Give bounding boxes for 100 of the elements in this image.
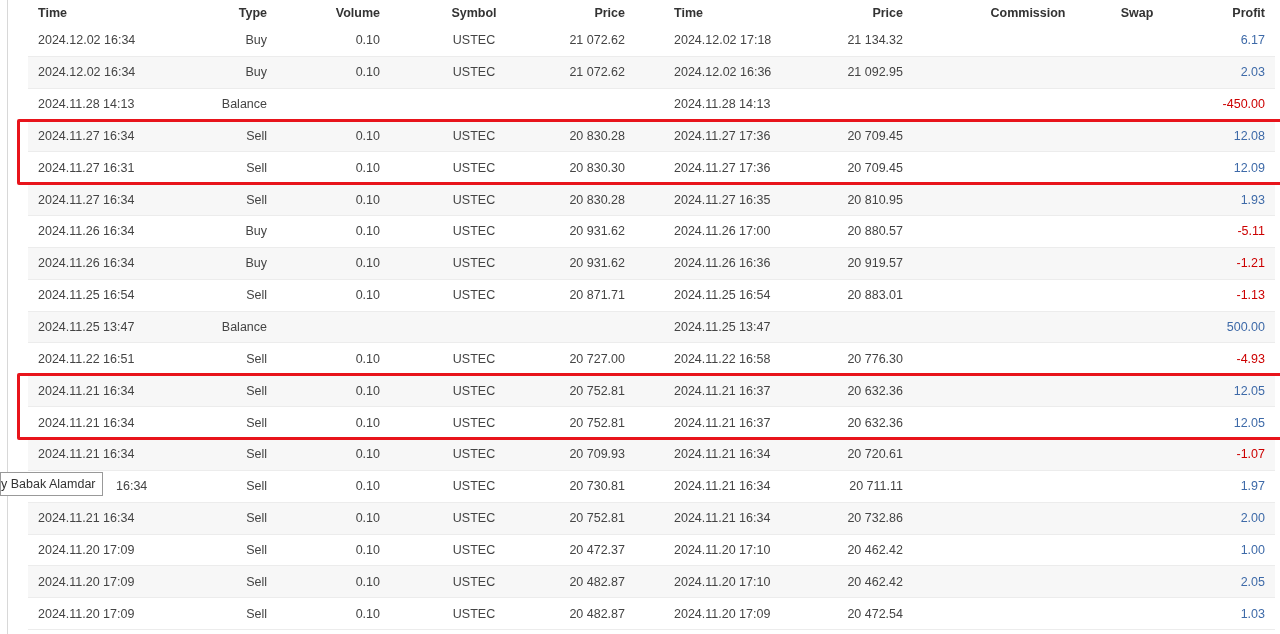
volume-cell: 0.10 — [355, 383, 380, 398]
price-cell: 20 830.28 — [569, 128, 625, 143]
type-cell: Sell — [246, 606, 267, 621]
time-cell: 2024.11.21 16:34 — [674, 479, 771, 494]
column-header[interactable]: Profit — [1232, 5, 1265, 20]
price-cell: 20 776.30 — [847, 351, 903, 366]
volume-cell: 0.10 — [355, 128, 380, 143]
symbol-cell: USTEC — [452, 606, 496, 621]
price-cell: 20 632.36 — [847, 415, 903, 430]
profit-cell: -1.07 — [1236, 447, 1265, 462]
type-cell: Sell — [246, 192, 267, 207]
price-cell: 21 072.62 — [569, 65, 625, 80]
time-cell: 2024.12.02 17:18 — [674, 33, 772, 48]
symbol-cell: USTEC — [452, 256, 496, 271]
price-cell: 20 709.45 — [847, 128, 903, 143]
time-cell: 2024.11.27 16:34 — [38, 128, 135, 143]
profit-cell: -1.13 — [1236, 288, 1265, 303]
symbol-cell: USTEC — [452, 542, 496, 557]
symbol-cell: USTEC — [452, 65, 496, 80]
column-header[interactable]: Price — [872, 5, 903, 20]
time-cell: 2024.11.26 16:36 — [674, 256, 771, 271]
symbol-cell: USTEC — [452, 574, 496, 589]
price-cell: 20 931.62 — [569, 256, 625, 271]
volume-cell: 0.10 — [355, 256, 380, 271]
profit-cell: -4.93 — [1236, 351, 1265, 366]
price-cell: 21 134.32 — [847, 33, 903, 48]
symbol-cell: USTEC — [452, 447, 496, 462]
price-cell: 20 727.00 — [569, 351, 625, 366]
column-header[interactable]: Price — [594, 5, 625, 20]
price-cell: 21 092.95 — [847, 65, 903, 80]
time-cell: 2024.12.02 16:34 — [38, 65, 136, 80]
price-cell: 20 931.62 — [569, 224, 625, 239]
price-cell: 20 919.57 — [847, 256, 903, 271]
price-cell: 20 462.42 — [847, 542, 903, 557]
time-cell: 2024.11.20 17:09 — [38, 606, 135, 621]
profit-cell: 12.09 — [1233, 160, 1265, 175]
type-cell: Sell — [246, 479, 267, 494]
column-header[interactable]: Volume — [335, 5, 380, 20]
time-cell: 2024.11.21 16:34 — [674, 511, 771, 526]
time-cell: 2024.11.21 16:37 — [674, 383, 771, 398]
type-cell: Sell — [246, 383, 267, 398]
price-cell: 20 880.57 — [847, 224, 903, 239]
profit-cell: 12.05 — [1233, 415, 1265, 430]
profit-cell: 6.17 — [1240, 33, 1265, 48]
column-header[interactable]: Commission — [990, 5, 1066, 20]
price-cell: 20 472.37 — [569, 542, 625, 557]
profit-cell: 1.97 — [1240, 479, 1265, 494]
type-cell: Buy — [245, 33, 267, 48]
column-header[interactable]: Swap — [1120, 5, 1154, 20]
time-cell: 2024.11.26 16:34 — [38, 224, 135, 239]
time-cell: 2024.11.21 16:34 — [38, 447, 135, 462]
symbol-cell: USTEC — [452, 383, 496, 398]
time-cell: 2024.11.27 16:34 — [38, 192, 135, 207]
type-cell: Balance — [221, 97, 267, 112]
profit-cell: 1.00 — [1240, 542, 1265, 557]
price-cell: 20 752.81 — [569, 415, 625, 430]
time-cell: 2024.11.20 17:10 — [674, 574, 771, 589]
time-cell: 2024.11.21 16:34 — [38, 383, 135, 398]
volume-cell: 0.10 — [355, 224, 380, 239]
volume-cell: 0.10 — [355, 65, 380, 80]
volume-cell: 0.10 — [355, 192, 380, 207]
time-cell: 2024.11.25 13:47 — [674, 320, 771, 334]
type-cell: Sell — [246, 288, 267, 303]
symbol-cell: USTEC — [452, 415, 496, 430]
time-cell: 2024.12.02 16:36 — [674, 65, 772, 80]
volume-cell: 0.10 — [355, 415, 380, 430]
price-cell: 20 752.81 — [569, 383, 625, 398]
profit-cell: 12.05 — [1233, 383, 1265, 398]
volume-cell: 0.10 — [355, 606, 380, 621]
volume-cell: 0.10 — [355, 288, 380, 303]
time-cell: 2024.11.25 16:54 — [674, 288, 771, 303]
volume-cell: 0.10 — [355, 542, 380, 557]
time-cell: 2024.11.27 17:36 — [674, 160, 771, 175]
time-cell: 2024.11.20 17:09 — [38, 542, 135, 557]
profit-cell: 500.00 — [1226, 320, 1265, 334]
time-cell: 2024.11.21 16:34 — [38, 511, 135, 526]
column-header[interactable]: Symbol — [451, 5, 497, 20]
tooltip: y Babak Alamdar — [0, 472, 103, 496]
price-cell: 20 482.87 — [569, 574, 625, 589]
symbol-cell: USTEC — [452, 128, 496, 143]
time-cell: 2024.11.28 14:13 — [38, 97, 135, 112]
profit-cell: 1.03 — [1240, 606, 1265, 621]
price-cell: 20 871.71 — [569, 288, 625, 303]
price-cell: 20 462.42 — [847, 574, 903, 589]
column-header[interactable]: Time — [674, 5, 703, 20]
symbol-cell: USTEC — [452, 288, 496, 303]
volume-cell: 0.10 — [355, 479, 380, 494]
price-cell: 20 709.45 — [847, 160, 903, 175]
type-cell: Sell — [246, 415, 267, 430]
column-header[interactable]: Time — [38, 5, 67, 20]
volume-cell: 0.10 — [355, 160, 380, 175]
profit-cell: 2.00 — [1240, 511, 1265, 526]
price-cell: 20 810.95 — [847, 192, 903, 207]
price-cell: 20 711.11 — [849, 479, 903, 494]
volume-cell: 0.10 — [355, 447, 380, 462]
symbol-cell: USTEC — [452, 192, 496, 207]
symbol-cell: USTEC — [452, 160, 496, 175]
column-header[interactable]: Type — [238, 5, 267, 20]
time-cell: 2024.11.25 13:47 — [38, 320, 135, 334]
price-cell: 20 730.81 — [569, 479, 625, 494]
